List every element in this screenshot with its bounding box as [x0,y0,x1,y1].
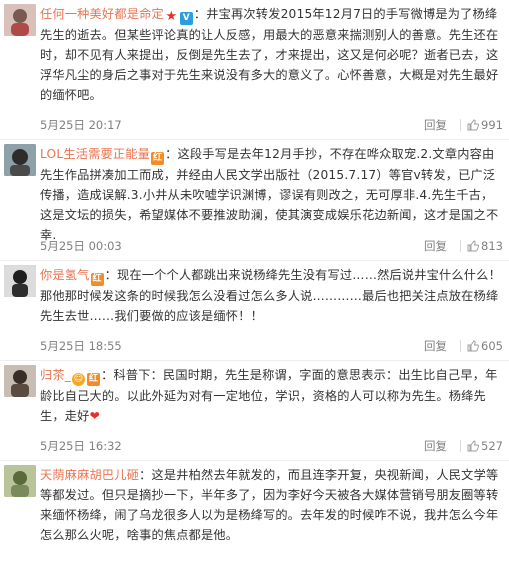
like-count: 991 [481,118,503,132]
like-button[interactable]: 527 [467,438,503,454]
heart-icon: ❤ [89,409,100,423]
like-button[interactable]: 605 [467,338,503,354]
username[interactable]: 天荫麻麻胡巴儿砸 [40,468,139,482]
comment-body: 任何一种美好都是命定 ★ V ：井宝再次转发2015年12月7日的手写微博是为了杨绛先… [40,4,503,105]
divider [460,340,461,352]
avatar-image [4,365,36,397]
reply-button[interactable]: 回复 [424,338,447,354]
comment-item: 任何一种美好都是命定 ★ V ：井宝再次转发2015年12月7日的手写微博是为了杨绛先… [0,0,509,140]
avatar-image [4,265,36,297]
level-badge-icon: 红 [87,373,101,386]
avatar-image [4,465,36,497]
comment-text: ：科普下：民国时期，先生是称谓，字面的意思表示：出生比自己早，年龄比自己大的。以… [40,368,498,423]
star-badge-icon: ★ [165,9,178,24]
username[interactable]: 归茶_ [40,368,71,382]
divider [460,240,461,252]
comment-item: 你是氢气红：现在一个个人都跳出来说杨绛先生没有写过……然后说井宝什么什么！那他那… [0,261,509,361]
comment-meta: 5月25日 00:03 回复 813 [40,238,503,254]
comment-body: 你是氢气红：现在一个个人都跳出来说杨绛先生没有写过……然后说井宝什么什么！那他那… [40,265,503,326]
like-button[interactable]: 813 [467,238,503,254]
comment-meta: 5月25日 18:55 回复 605 [40,338,503,354]
reply-button[interactable]: 回复 [424,238,447,254]
avatar[interactable] [4,465,36,497]
level-badge-icon: 红 [90,273,104,286]
reply-button[interactable]: 回复 [424,438,447,454]
comment-body: 归茶_ ☺ 红：科普下：民国时期，先生是称谓，字面的意思表示：出生比自己早，年龄比自… [40,365,503,426]
comment-text: ：井宝再次转发2015年12月7日的手写微博是为了杨绛先生的逝去。但某些评论真的… [40,7,499,102]
comment-body: 天荫麻麻胡巴儿砸：这是井柏然去年就发的，而且连李开复，央视新闻，人民文学等等都发… [40,465,503,545]
divider [460,440,461,452]
avatar[interactable] [4,144,36,176]
username[interactable]: 任何一种美好都是命定 [40,7,164,21]
thumbs-up-icon [467,240,480,252]
comment-item: LOL生活需要正能量红：这段手写是去年12月手抄，不存在哗众取宠.2.文章内容由… [0,140,509,261]
like-button[interactable]: 991 [467,117,503,133]
avatar[interactable] [4,265,36,297]
comment-meta: 5月25日 16:32 回复 527 [40,438,503,454]
comment-meta: 5月25日 20:17 回复 991 [40,117,503,133]
avatar-image [4,4,36,36]
like-count: 813 [481,239,503,253]
username[interactable]: LOL生活需要正能量 [40,147,150,161]
level-badge-icon: 红 [151,152,165,165]
comment-date: 5月25日 00:03 [40,239,122,253]
vip-badge-icon[interactable]: V [179,12,193,25]
divider [460,119,461,131]
thumbs-up-icon [467,440,480,452]
emoji-badge-icon: ☺ [72,373,86,386]
like-count: 527 [481,439,503,453]
comment-text: ：这段手写是去年12月手抄，不存在哗众取宠.2.文章内容由先生作品拼凑加工而成，… [40,147,499,242]
thumbs-up-icon [467,340,480,352]
username[interactable]: 你是氢气 [40,268,90,282]
comment-item: 归茶_ ☺ 红：科普下：民国时期，先生是称谓，字面的意思表示：出生比自己早，年龄比自… [0,361,509,461]
comment-body: LOL生活需要正能量红：这段手写是去年12月手抄，不存在哗众取宠.2.文章内容由… [40,144,503,245]
thumbs-up-icon [467,119,480,131]
reply-button[interactable]: 回复 [424,117,447,133]
comment-date: 5月25日 20:17 [40,118,122,132]
avatar[interactable] [4,365,36,397]
comment-date: 5月25日 16:32 [40,439,122,453]
comment-date: 5月25日 18:55 [40,339,122,353]
like-count: 605 [481,339,503,353]
avatar-image [4,144,36,176]
avatar[interactable] [4,4,36,36]
comment-text: ：现在一个个人都跳出来说杨绛先生没有写过……然后说井宝什么什么！那他那时候发这条… [40,268,501,323]
comment-item: 天荫麻麻胡巴儿砸：这是井柏然去年就发的，而且连李开复，央视新闻，人民文学等等都发… [0,461,509,565]
